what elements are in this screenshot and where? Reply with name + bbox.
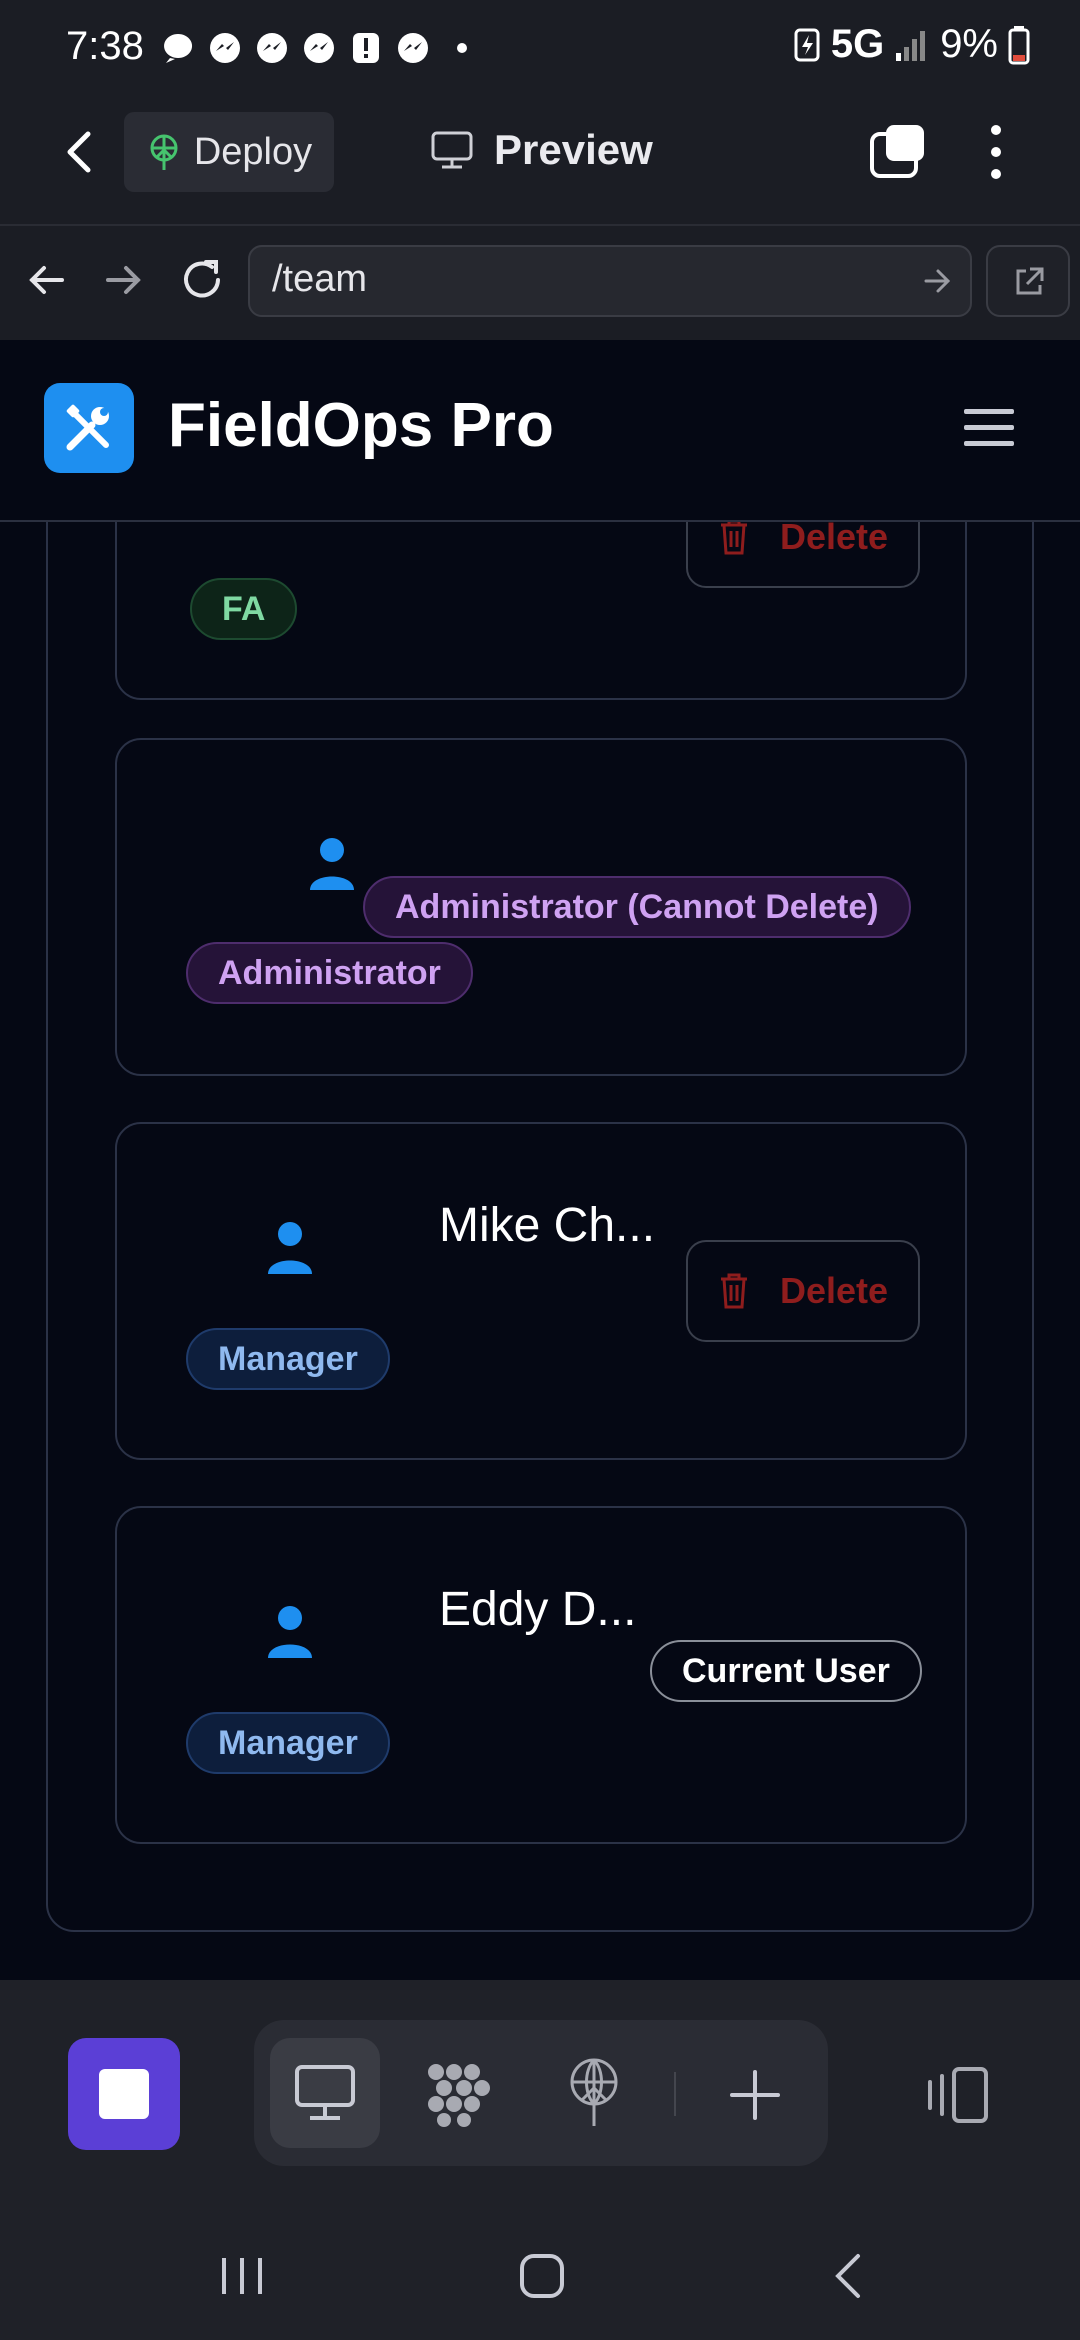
recent-apps-icon[interactable] [218,2254,266,2298]
role-badge: Manager [186,1712,390,1774]
network-type: 5G [830,22,885,66]
delete-button[interactable]: Delete [686,1240,920,1342]
hamburger-menu-icon[interactable] [962,406,1016,450]
deploy-button[interactable]: Deploy [124,112,334,192]
delete-button[interactable]: Delete [686,522,920,588]
app-logo[interactable] [44,383,134,473]
tools-icon [66,404,109,451]
dot-icon [457,43,467,53]
user-icon [268,1606,312,1658]
messenger-icon [257,33,287,63]
team-member-card: Eddy D... Current User Manager [115,1506,967,1844]
dock-divider [674,2072,676,2116]
team-member-card: Administrator (Cannot Delete) Administra… [115,738,967,1076]
monitor-icon [431,131,473,169]
stop-icon [99,2069,149,2119]
desktop-icon [295,2065,355,2120]
more-options-icon[interactable] [984,122,1008,182]
member-name: Mike Ch... [439,1199,656,1252]
trash-icon [720,522,747,555]
go-icon[interactable] [922,266,954,296]
device-icon[interactable] [924,2066,990,2124]
user-icon [310,838,354,890]
external-link-icon [1016,267,1044,295]
role-badge: Manager [186,1328,390,1390]
signal-icon [896,30,926,61]
status-time: 7:38 [66,24,144,68]
messenger-icon [398,33,428,63]
role-badge: Administrator [186,942,473,1004]
member-name: Eddy D... [439,1583,637,1636]
refresh-icon[interactable] [180,258,226,302]
user-icon [268,1222,312,1274]
current-user-badge: Current User [650,1640,922,1702]
preview-label: Preview [494,126,653,173]
app-title: FieldOps Pro [168,391,554,460]
trash-icon [720,1273,747,1309]
messenger-icon [210,33,240,63]
system-back-icon[interactable] [830,2252,866,2300]
battery-icon [1008,25,1030,64]
status-right: 5G 9% [793,22,1030,67]
threads-icon [164,34,193,63]
team-list-scroll[interactable]: Delete FA Administrator (Cannot Delete) … [0,522,1080,1980]
team-member-card: Delete FA [115,522,967,700]
tabs-icon[interactable] [868,122,928,180]
apps-icon[interactable] [424,2062,494,2128]
home-icon[interactable] [518,2252,566,2300]
messenger-icon [304,33,334,63]
deploy-icon[interactable] [566,2058,622,2128]
deploy-icon [150,134,178,170]
delete-label: Delete [779,1270,889,1311]
open-external-button[interactable] [986,245,1070,317]
add-icon[interactable] [728,2068,782,2122]
admin-status-badge: Administrator (Cannot Delete) [363,876,911,938]
url-text: /team [272,258,368,300]
role-badge: FA [190,578,298,640]
battery-percent: 9% [940,22,998,66]
nav-forward-icon[interactable] [104,262,144,298]
battery-saver-icon [794,28,820,61]
alert-icon [353,33,379,63]
delete-label: Delete [779,522,889,557]
nav-back-icon[interactable] [26,262,66,298]
back-icon[interactable] [60,128,100,176]
deploy-label: Deploy [193,130,313,173]
team-member-card: Mike Ch... Delete Manager [115,1122,967,1460]
preview-tab[interactable]: Preview [430,126,653,174]
